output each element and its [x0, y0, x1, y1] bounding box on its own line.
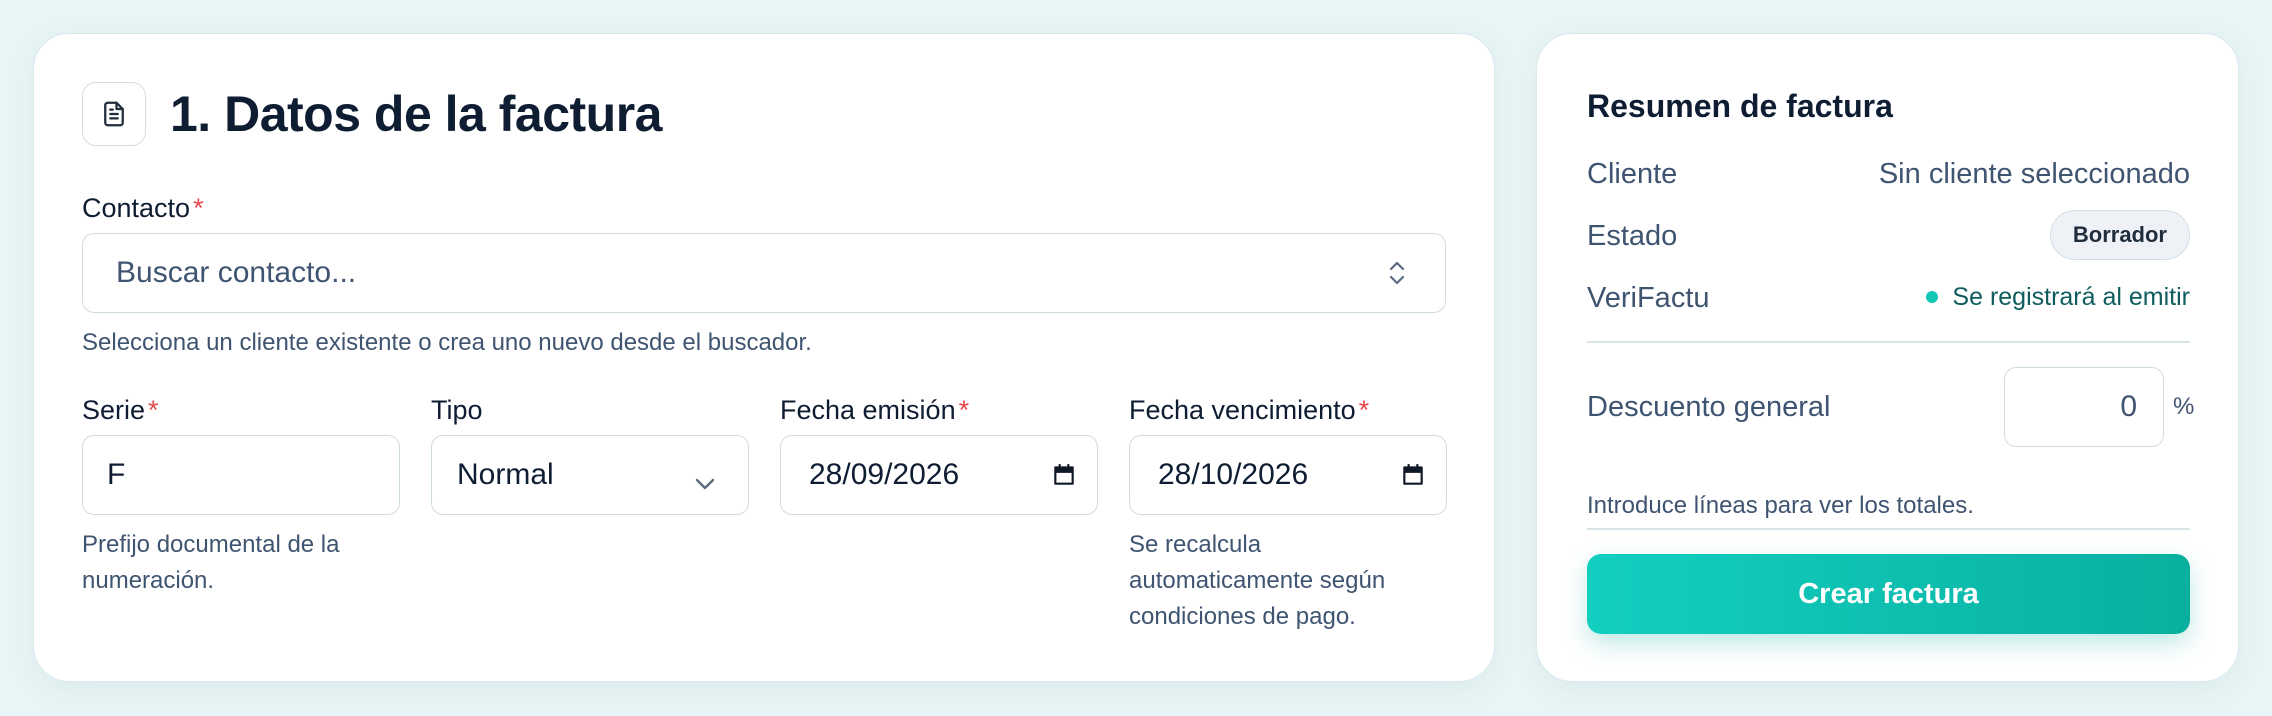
status-dot-icon — [1926, 291, 1939, 303]
required-mark: * — [148, 395, 159, 425]
cliente-label: Cliente — [1587, 158, 1678, 190]
tipo-value: Normal — [457, 458, 554, 491]
status-badge: Borrador — [2049, 210, 2190, 260]
contact-label: Contacto * — [82, 191, 204, 225]
vencimiento-helper-line: Se recalcula — [1129, 531, 1262, 558]
serie-helper-line: numeración. — [82, 567, 215, 594]
summary-title: Resumen de factura — [1587, 88, 1893, 124]
serie-label: Serie * — [82, 393, 159, 427]
percent-unit: % — [2173, 393, 2195, 420]
contact-search-placeholder: Buscar contacto... — [116, 256, 357, 289]
chevron-down-icon — [694, 466, 716, 500]
chevron-up-down-icon — [1387, 259, 1407, 295]
serie-helper: Prefijo documental de la numeración. — [82, 527, 339, 599]
fecha-emision-label-text: Fecha emisión — [780, 395, 956, 425]
serie-label-text: Serie — [82, 395, 146, 425]
invoice-summary-card: Resumen de factura Cliente Sin cliente s… — [1536, 33, 2239, 682]
vencimiento-helper-line: condiciones de pago. — [1129, 603, 1356, 630]
required-mark: * — [1358, 395, 1370, 425]
fecha-vencimiento-label: Fecha vencimiento * — [1129, 393, 1369, 427]
fecha-emision-input[interactable]: 28/09/2026 — [780, 435, 1098, 515]
create-invoice-button[interactable]: Crear factura — [1587, 554, 2190, 634]
verifactu-value: Se registrará al emitir — [1952, 283, 2190, 311]
fecha-emision-value: 28/09/2026 — [809, 458, 960, 491]
serie-helper-line: Prefijo documental de la — [82, 531, 340, 558]
contact-label-text: Contacto — [82, 193, 191, 223]
vencimiento-helper-line: automaticamente según — [1129, 567, 1386, 594]
calendar-icon[interactable] — [1051, 462, 1077, 496]
cliente-value: Sin cliente seleccionado — [1878, 158, 2190, 190]
discount-input[interactable]: 0 — [2004, 367, 2164, 447]
divider — [1587, 528, 2190, 530]
totals-note: Introduce líneas para ver los totales. — [1587, 492, 1974, 519]
serie-value: F — [107, 458, 126, 491]
fecha-vencimiento-label-text: Fecha vencimiento — [1129, 395, 1356, 425]
tipo-select[interactable]: Normal — [431, 435, 749, 515]
fecha-vencimiento-value: 28/10/2026 — [1158, 458, 1309, 491]
descuento-label: Descuento general — [1587, 391, 1831, 423]
document-icon — [82, 82, 146, 146]
fecha-vencimiento-helper: Se recalcula automaticamente según condi… — [1129, 527, 1385, 635]
verifactu-label: VeriFactu — [1587, 282, 1710, 314]
contact-helper: Selecciona un cliente existente o crea u… — [82, 329, 812, 356]
required-mark: * — [958, 395, 970, 425]
contact-search-combobox[interactable]: Buscar contacto... — [82, 233, 1446, 313]
invoice-data-card: 1. Datos de la factura Contacto * Buscar … — [33, 33, 1495, 682]
fecha-emision-label: Fecha emisión * — [780, 393, 969, 427]
required-mark: * — [193, 193, 204, 223]
divider — [1587, 341, 2190, 343]
discount-value: 0 — [2120, 390, 2137, 423]
estado-label: Estado — [1587, 220, 1678, 252]
serie-input[interactable]: F — [82, 435, 400, 515]
verifactu-status: Se registrará al emitir — [1926, 279, 2190, 315]
calendar-icon[interactable] — [1400, 462, 1426, 496]
tipo-label: Tipo — [431, 395, 483, 425]
section-title: 1. Datos de la factura — [170, 86, 662, 142]
fecha-vencimiento-input[interactable]: 28/10/2026 — [1129, 435, 1447, 515]
